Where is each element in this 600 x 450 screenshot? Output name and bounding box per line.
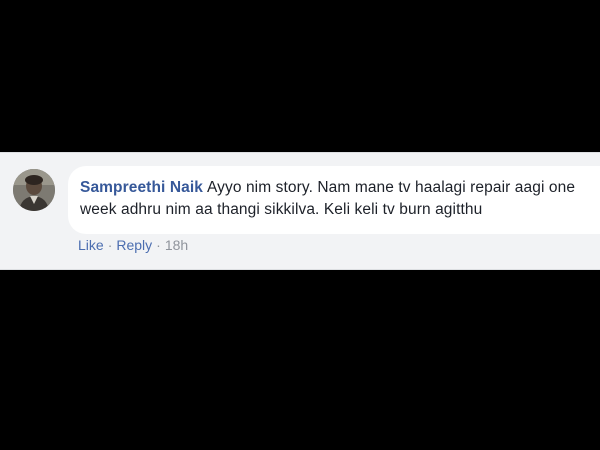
comment-container: Sampreethi Naik Ayyo nim story. Nam mane … bbox=[0, 152, 600, 270]
comment-author-link[interactable]: Sampreethi Naik bbox=[80, 179, 203, 196]
comment-timestamp[interactable]: 18h bbox=[165, 237, 188, 253]
user-avatar-icon[interactable] bbox=[13, 169, 55, 211]
like-link[interactable]: Like bbox=[78, 237, 104, 253]
comment-actions: Like · Reply · 18h bbox=[78, 237, 188, 253]
screenshot-frame: Sampreethi Naik Ayyo nim story. Nam mane … bbox=[0, 0, 600, 450]
reply-link[interactable]: Reply bbox=[116, 237, 152, 253]
separator: · bbox=[107, 237, 113, 253]
avatar-image bbox=[13, 169, 55, 211]
separator: · bbox=[156, 237, 161, 253]
comment-bubble: Sampreethi Naik Ayyo nim story. Nam mane … bbox=[68, 166, 600, 234]
